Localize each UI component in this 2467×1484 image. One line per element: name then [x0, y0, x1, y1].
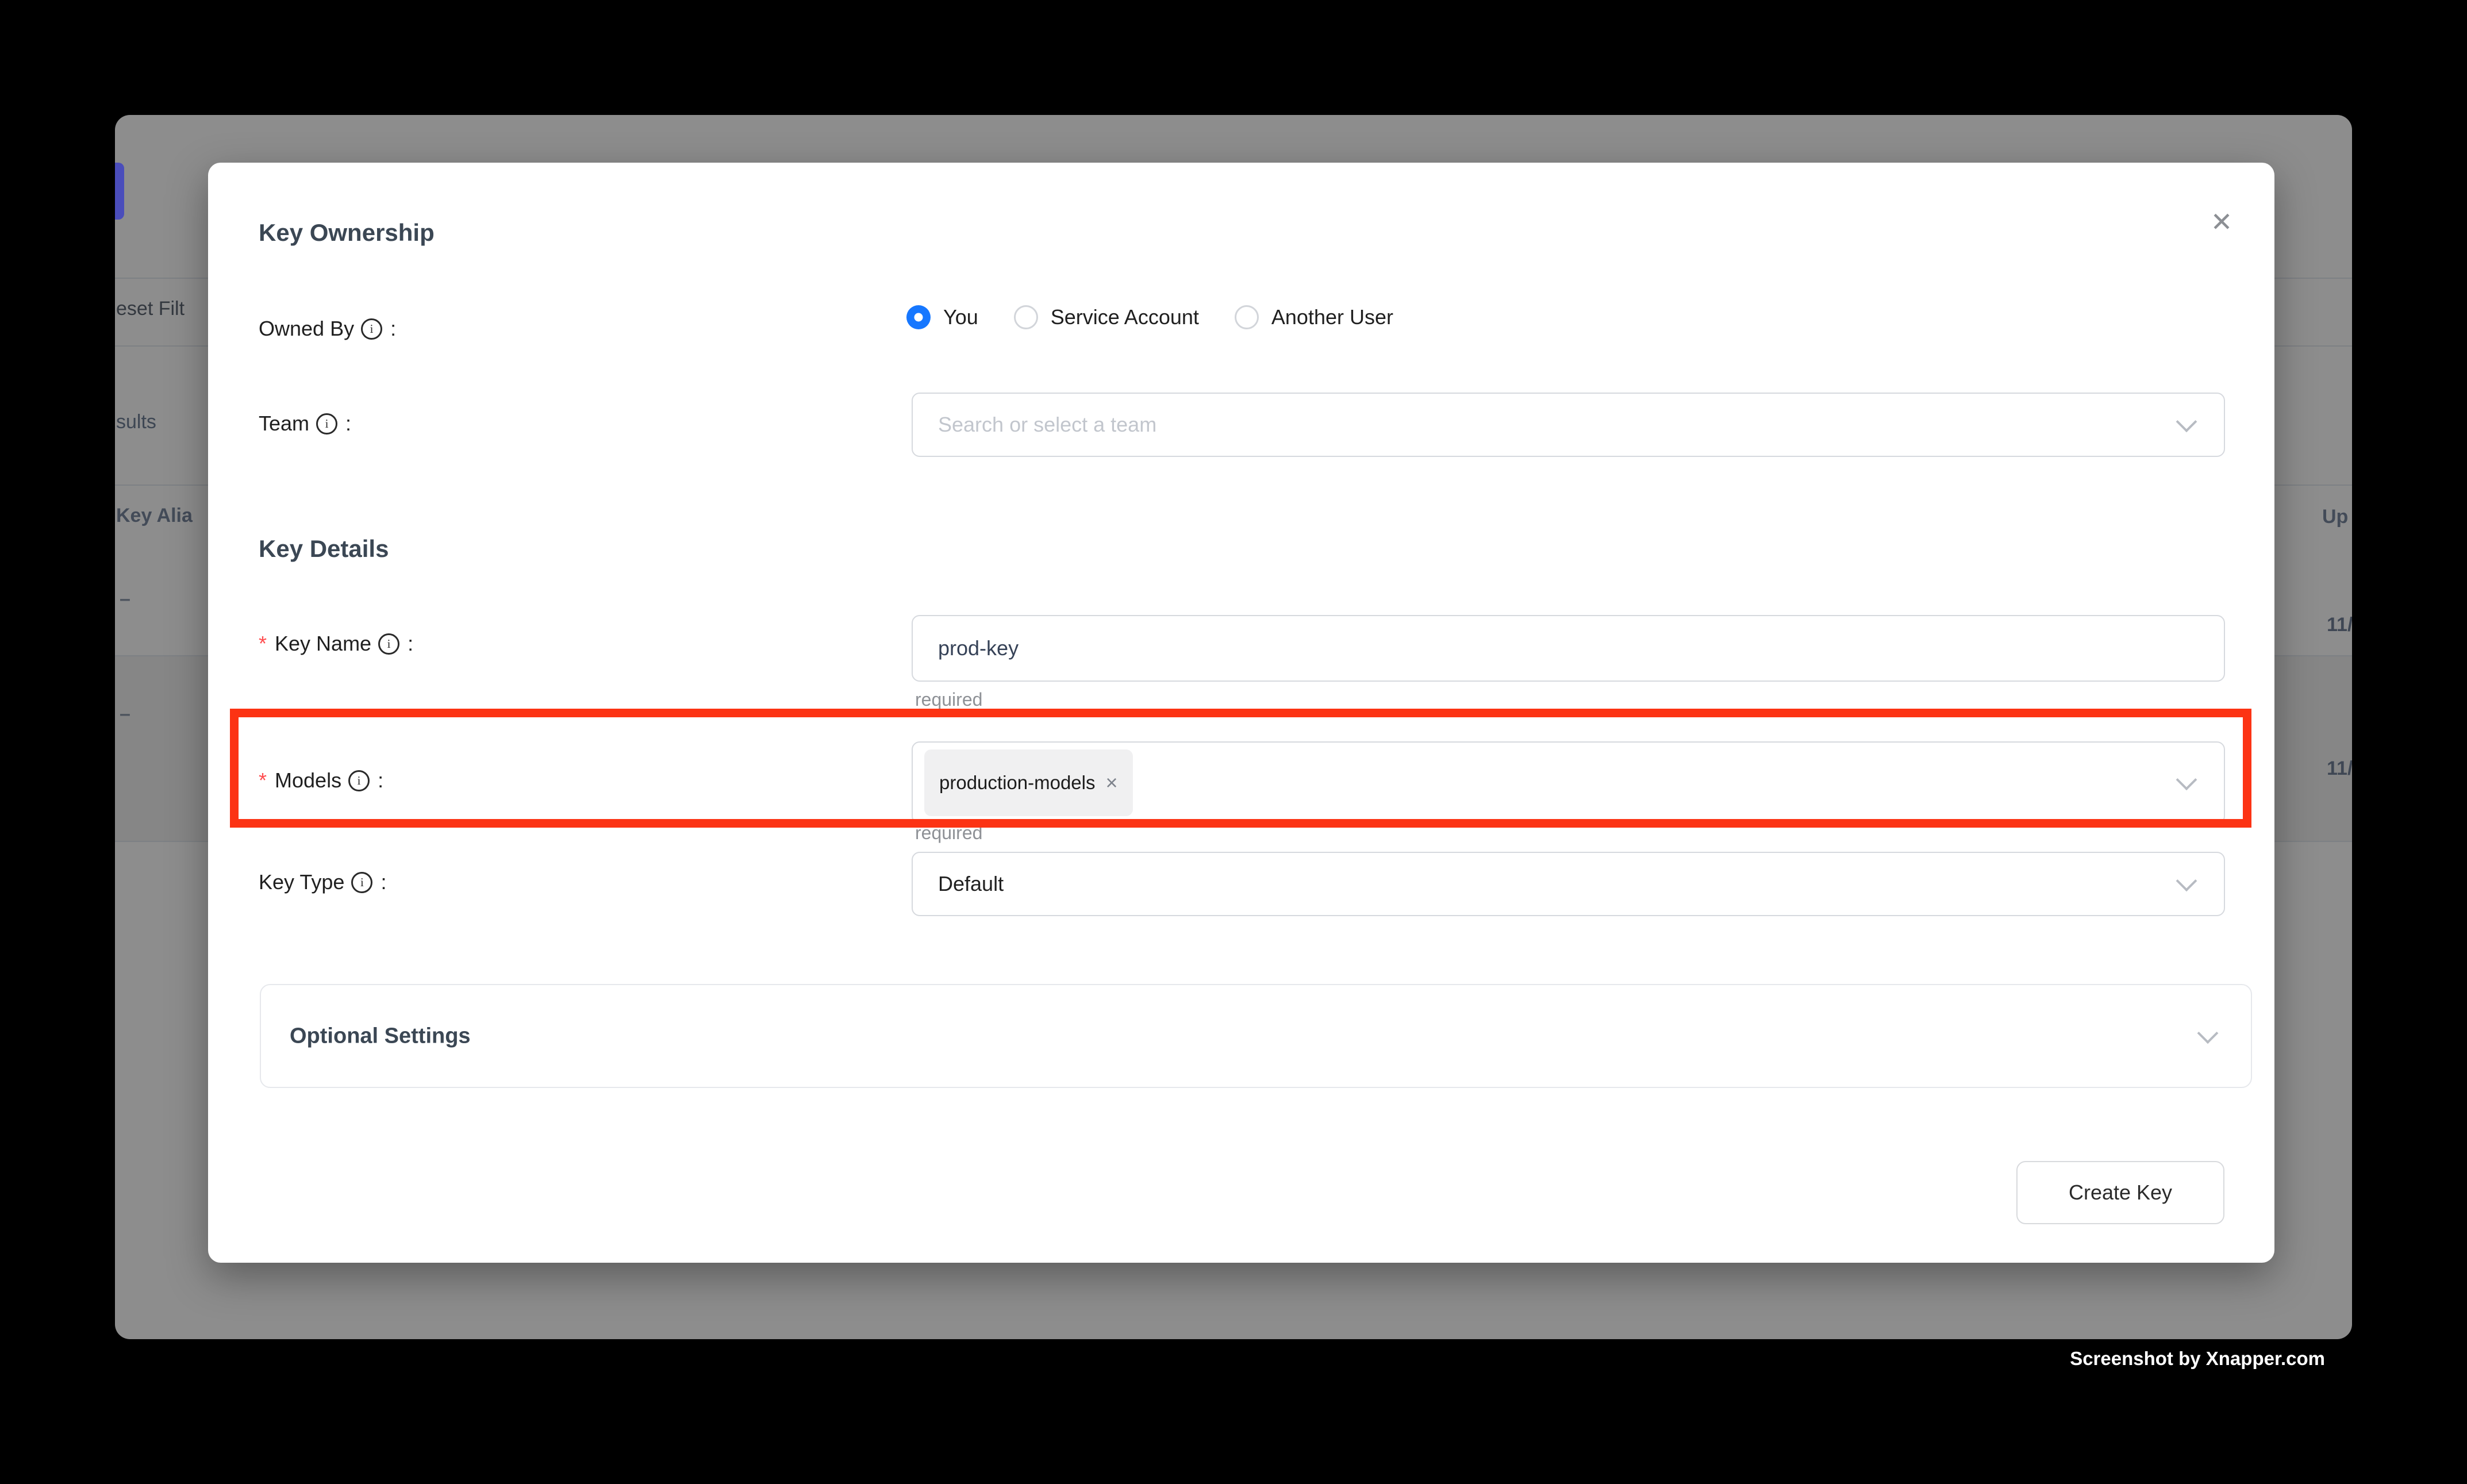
radio-label: You	[943, 305, 978, 329]
table-row-alias-cell: –	[120, 588, 130, 610]
radio-label: Service Account	[1051, 305, 1199, 329]
table-row-date-cell: 11/	[2327, 614, 2352, 636]
optional-settings-panel[interactable]: Optional Settings	[260, 984, 2252, 1088]
table-row-date-cell: 11/	[2327, 758, 2352, 780]
info-icon	[316, 413, 337, 435]
key-name-required-message: required	[915, 689, 982, 710]
results-count-partial: sults	[116, 411, 156, 433]
create-key-button[interactable]: Create Key	[2016, 1161, 2224, 1224]
required-asterisk: *	[259, 632, 267, 656]
team-label-text: Team	[259, 412, 309, 436]
label-colon: :	[408, 632, 413, 656]
label-colon: :	[345, 412, 351, 436]
owned-by-label: Owned By :	[259, 317, 396, 341]
radio-option-another-user[interactable]: Another User	[1235, 305, 1393, 329]
radio-option-you[interactable]: You	[906, 305, 978, 329]
radio-unselected-icon[interactable]	[1235, 305, 1259, 329]
label-colon: :	[381, 870, 386, 894]
create-key-modal: Key Ownership ✕ Owned By : You Service A…	[208, 163, 2274, 1263]
close-icon[interactable]: ✕	[2201, 202, 2242, 242]
table-row-alias-cell: –	[120, 703, 130, 725]
section-title-key-details: Key Details	[259, 535, 389, 563]
column-header-updated: Up	[2322, 506, 2348, 528]
create-key-button-sliver[interactable]	[115, 163, 124, 220]
key-type-select[interactable]: Default	[912, 852, 2225, 916]
radio-option-service-account[interactable]: Service Account	[1014, 305, 1199, 329]
radio-label: Another User	[1271, 305, 1393, 329]
team-select[interactable]: Search or select a team	[912, 393, 2225, 457]
section-title-key-ownership: Key Ownership	[259, 219, 435, 247]
xnapper-watermark: Screenshot by Xnapper.com	[2070, 1348, 2325, 1370]
key-name-input[interactable]: prod-key	[912, 615, 2225, 682]
key-name-label-text: Key Name	[275, 632, 371, 656]
owned-by-options: You Service Account Another User	[906, 305, 1393, 329]
team-select-placeholder: Search or select a team	[913, 413, 1156, 437]
chevron-down-icon[interactable]	[2176, 411, 2197, 432]
key-type-label-text: Key Type	[259, 870, 344, 894]
key-type-value: Default	[913, 872, 1004, 896]
label-colon: :	[390, 317, 396, 341]
radio-selected-icon[interactable]	[906, 305, 931, 329]
reset-filters-button-partial[interactable]: eset Filt	[116, 298, 185, 320]
app-window: eset Filt sults Key Alia Up – 11/ – 11/ …	[115, 115, 2352, 1339]
key-name-label: * Key Name :	[259, 632, 413, 656]
radio-unselected-icon[interactable]	[1014, 305, 1038, 329]
info-icon	[351, 872, 372, 893]
team-label: Team :	[259, 412, 351, 436]
chevron-down-icon[interactable]	[2176, 870, 2197, 891]
column-header-key-alias: Key Alia	[116, 505, 193, 527]
key-name-value: prod-key	[913, 636, 1019, 660]
info-icon	[378, 633, 399, 655]
chevron-down-icon[interactable]	[2197, 1022, 2219, 1044]
info-icon	[361, 318, 382, 340]
owned-by-label-text: Owned By	[259, 317, 354, 341]
optional-settings-title: Optional Settings	[290, 1024, 471, 1048]
key-type-label: Key Type :	[259, 870, 386, 894]
annotation-highlight-rectangle	[230, 709, 2251, 828]
